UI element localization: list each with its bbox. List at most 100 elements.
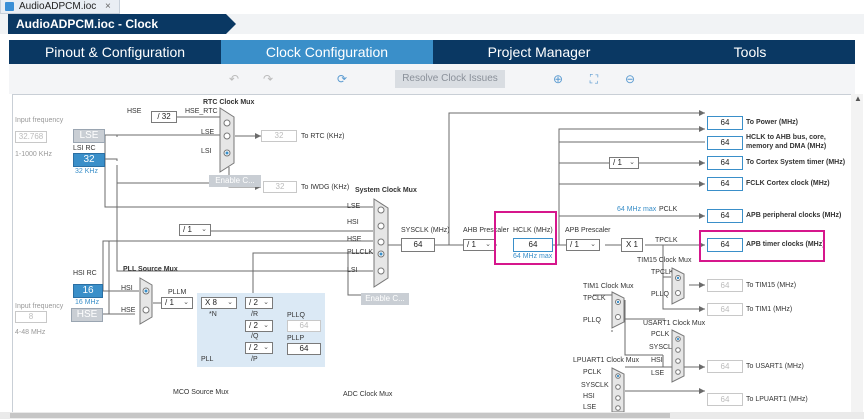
power-clock-value[interactable]: 64: [707, 116, 743, 130]
cortex-timer-value[interactable]: 64: [707, 156, 743, 170]
apb-timer-highlight-box: [699, 230, 825, 262]
scroll-up-icon[interactable]: ▲: [854, 94, 862, 103]
resolve-clock-issues-button[interactable]: Resolve Clock Issues: [395, 70, 505, 88]
lpuart1-value: 64: [707, 393, 743, 406]
rtc-hse-divider[interactable]: / 32: [151, 111, 177, 123]
lsi-frequency-label: 32 KHz: [75, 168, 98, 175]
lse-input-frequency-label: Input frequency: [15, 117, 64, 124]
tab-clock-configuration[interactable]: Clock Configuration: [221, 40, 433, 64]
plln-select[interactable]: X 8 ⌄: [201, 297, 237, 309]
pllm-value: / 1: [165, 298, 174, 307]
chevron-down-icon: ⌄: [263, 322, 269, 329]
pllp-div-label: /P: [251, 356, 258, 363]
lpuart1-mux[interactable]: [611, 367, 625, 413]
usart1-pclk-label: PCLK: [651, 331, 670, 338]
lsi-rc-box: 32: [73, 153, 105, 167]
cortex-timer-divider-select[interactable]: / 1 ⌄: [609, 157, 639, 169]
pllp-div-value: / 2: [249, 343, 258, 352]
rtc-lsi-label: LSI: [201, 148, 212, 155]
lpuart1-lse-label: LSE: [583, 404, 597, 411]
tim1-value: 64: [707, 303, 743, 316]
pllp-div-select[interactable]: / 2 ⌄: [245, 342, 273, 354]
refresh-icon[interactable]: ⟳: [335, 72, 349, 86]
pllr-label: /R: [251, 311, 258, 318]
chevron-down-icon: ⌄: [590, 241, 596, 248]
usart1-label: To USART1 (MHz): [746, 363, 804, 370]
pllm-select[interactable]: / 1 ⌄: [161, 297, 193, 309]
pllq-div-select[interactable]: / 2 ⌄: [245, 320, 273, 332]
sysmux-hse-label: HSE: [347, 236, 362, 243]
toolbar: ↶ ↷ ⟳ Resolve Clock Issues ⊕ ⛶ ⊖: [9, 64, 855, 94]
file-tab[interactable]: AudioADPCM.ioc ×: [0, 0, 120, 14]
tim15-mux-title: TIM15 Clock Mux: [637, 257, 692, 264]
zoom-out-icon[interactable]: ⊖: [623, 72, 637, 86]
ioc-file-icon: [5, 2, 14, 11]
tim15-label: To TIM15 (MHz): [746, 282, 797, 289]
rtc-enable-css-button[interactable]: Enable C...: [209, 175, 261, 187]
hse-oscillator[interactable]: HSE: [71, 308, 103, 322]
pllq-value: 64: [287, 320, 321, 332]
apb-max-label: 64 MHz max: [617, 206, 657, 213]
apb-peripheral-value[interactable]: 64: [707, 209, 743, 223]
apb-prescaler-label: APB Prescaler: [565, 227, 611, 234]
tim15-mux[interactable]: [671, 267, 685, 305]
breadcrumb-item[interactable]: AudioADPCM.ioc - Clock Configuration: [8, 14, 226, 51]
chevron-down-icon: ⌄: [227, 299, 233, 306]
zoom-in-icon[interactable]: ⊕: [551, 72, 565, 86]
lpuart1-sysclk-label: SYSCLK: [581, 382, 609, 389]
lse-range-label: 1-1000 KHz: [15, 151, 52, 158]
main-tabs: Pinout & Configuration Clock Configurati…: [9, 40, 855, 64]
tim15-value: 64: [707, 279, 743, 292]
usart1-mux[interactable]: [671, 329, 685, 383]
clock-tree-canvas[interactable]: Input frequency 32.768 1-1000 KHz LSE LS…: [12, 94, 852, 414]
hse-range-label: 4-48 MHz: [15, 329, 46, 336]
fclk-value[interactable]: 64: [707, 177, 743, 191]
mco-source-mux-title: MCO Source Mux: [173, 389, 229, 396]
apb-prescaler-select[interactable]: / 1 ⌄: [566, 239, 600, 251]
pllq-label: PLLQ: [287, 312, 305, 319]
pllm-label: PLLM: [168, 289, 187, 296]
system-enable-css-button[interactable]: Enable C...: [361, 293, 409, 305]
sysmux-hse-divider-select[interactable]: / 1 ⌄: [179, 224, 211, 236]
sysmux-pllclk-label: PLLCLK: [347, 249, 374, 256]
power-clock-label: To Power (MHz): [746, 119, 798, 126]
tpclk-label: TPCLK: [655, 237, 678, 244]
usart1-lse-label: LSE: [651, 370, 665, 377]
file-tab-label: AudioADPCM.ioc: [19, 1, 97, 12]
pll-hse-label: HSE: [121, 307, 136, 314]
tab-project-manager[interactable]: Project Manager: [433, 40, 645, 64]
plln-label: *N: [209, 311, 217, 318]
usart1-value: 64: [707, 360, 743, 373]
sysmux-hsi-label: HSI: [347, 219, 359, 226]
horizontal-scroll-thumb[interactable]: [10, 413, 670, 418]
hse-frequency-field[interactable]: 8: [15, 311, 47, 323]
vertical-scrollbar[interactable]: ▲: [851, 94, 863, 412]
pllr-select[interactable]: / 2 ⌄: [245, 297, 273, 309]
system-clock-mux[interactable]: [373, 198, 389, 288]
ahb-prescaler-select[interactable]: / 1 ⌄: [463, 239, 495, 251]
tim1-pllq-label: PLLQ: [583, 317, 601, 324]
usart1-mux-title: USART1 Clock Mux: [643, 320, 706, 327]
tim1-mux[interactable]: [611, 291, 625, 329]
lsi-rc-label: LSI RC: [73, 145, 96, 152]
horizontal-scrollbar[interactable]: [0, 412, 864, 419]
lse-frequency-field[interactable]: 32.768: [15, 131, 47, 143]
redo-icon[interactable]: ↷: [261, 72, 275, 86]
tim1-tpclk-label: TPCLK: [583, 295, 606, 302]
tab-tools[interactable]: Tools: [645, 40, 855, 64]
tim1-mux-title: TIM1 Clock Mux: [583, 283, 634, 290]
pll-source-mux[interactable]: [139, 277, 153, 325]
sysmux-hse-divider-value: / 1: [183, 225, 192, 234]
rtc-lse-label: LSE: [201, 129, 215, 136]
undo-icon[interactable]: ↶: [227, 72, 241, 86]
hclk-ahb-value[interactable]: 64: [707, 136, 743, 150]
rtc-mux[interactable]: [219, 107, 235, 173]
hsi-rc-label: HSI RC: [73, 270, 97, 277]
fit-screen-icon[interactable]: ⛶: [587, 72, 601, 86]
pllp-label: PLLP: [287, 335, 305, 342]
sysclk-value[interactable]: 64: [401, 238, 435, 252]
rtc-clock-mux-title: RTC Clock Mux: [203, 99, 255, 106]
close-icon[interactable]: ×: [105, 1, 111, 12]
lse-oscillator[interactable]: LSE: [73, 129, 105, 143]
tab-pinout[interactable]: Pinout & Configuration: [9, 40, 221, 64]
